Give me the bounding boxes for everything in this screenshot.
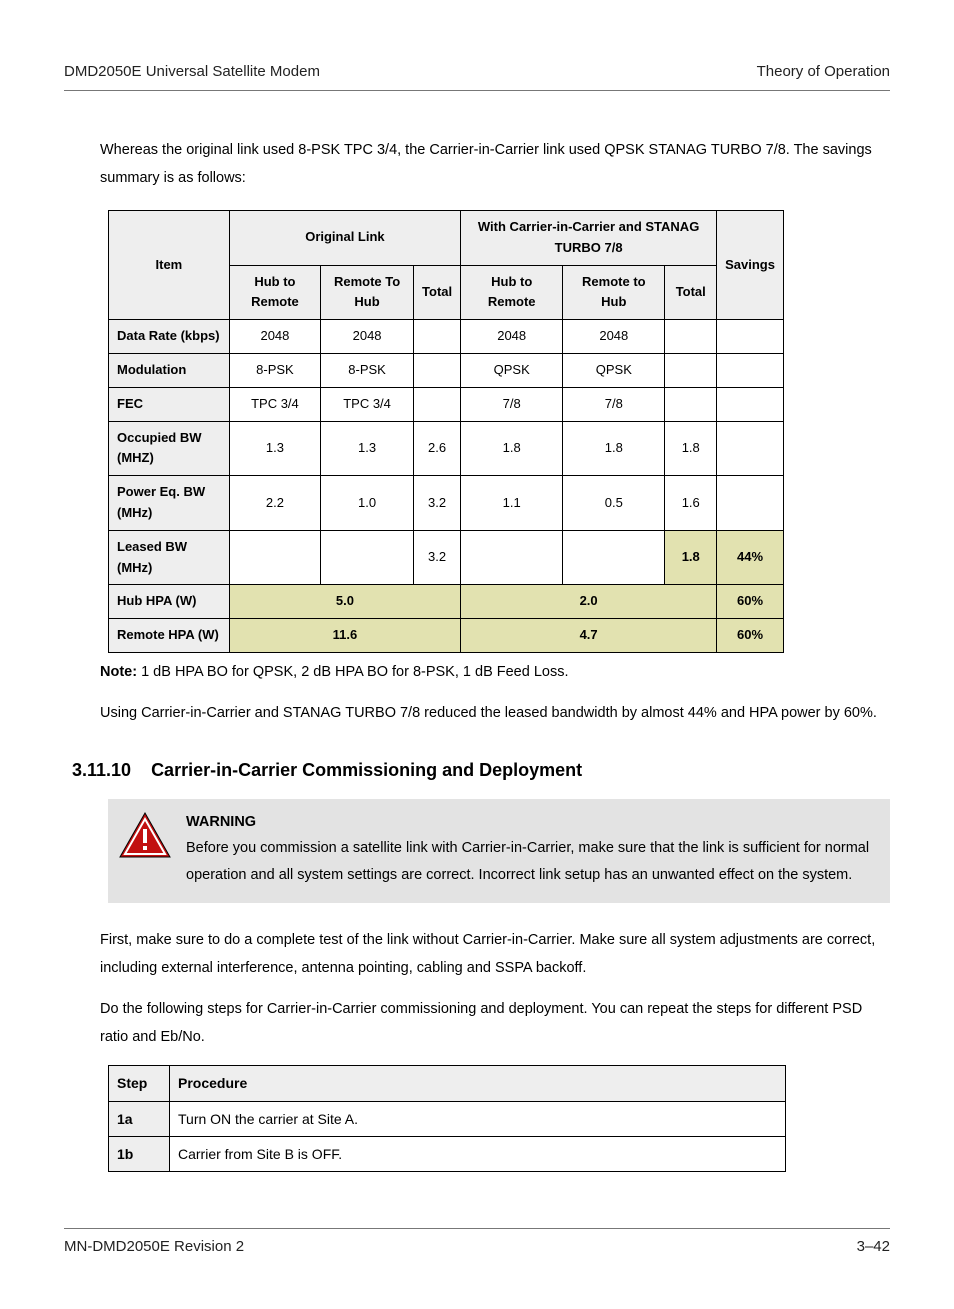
col-procedure: Procedure [170,1066,786,1101]
col-step: Step [109,1066,170,1101]
intro-paragraph: Whereas the original link used 8-PSK TPC… [100,137,890,192]
para-steps-intro: Do the following steps for Carrier-in-Ca… [100,996,890,1051]
section-heading: 3.11.10 Carrier-in-Carrier Commissioning … [72,756,890,785]
table-row-leased: Leased BW (MHz) 3.2 1.8 44% [109,530,784,585]
sub-total: Total [414,265,461,320]
note-text: 1 dB HPA BO for QPSK, 2 dB HPA BO for 8-… [137,664,568,680]
table-row-hubhpa: Hub HPA (W) 5.0 2.0 60% [109,585,784,619]
table-row: FEC TPC 3/4 TPC 3/4 7/8 7/8 [109,387,784,421]
warning-title: WARNING [186,809,874,836]
page-header: DMD2050E Universal Satellite Modem Theor… [64,60,890,91]
savings-table: Item Original Link With Carrier-in-Carri… [108,210,784,653]
table-row: Occupied BW (MHZ) 1.3 1.3 2.6 1.8 1.8 1.… [109,421,784,476]
section-number: 3.11.10 [72,756,131,785]
table-row: Data Rate (kbps) 2048 2048 2048 2048 [109,320,784,354]
para-test: First, make sure to do a complete test o… [100,927,890,982]
sub-h2r-b: Hub to Remote [461,265,563,320]
col-savings: Savings [717,211,784,320]
table-row-remotehpa: Remote HPA (W) 11.6 4.7 60% [109,619,784,653]
footer-left: MN-DMD2050E Revision 2 [64,1235,244,1259]
table-row: Modulation 8-PSK 8-PSK QPSK QPSK [109,354,784,388]
sub-total-b: Total [665,265,717,320]
steps-table: Step Procedure 1a Turn ON the carrier at… [108,1065,786,1172]
warning-callout: WARNING Before you commission a satellit… [108,799,890,903]
sub-r2h: Remote To Hub [321,265,414,320]
table-row: Power Eq. BW (MHz) 2.2 1.0 3.2 1.1 0.5 1… [109,476,784,531]
sub-h2r: Hub to Remote [229,265,320,320]
table-row: 1b Carrier from Site B is OFF. [109,1136,786,1171]
table-row: 1a Turn ON the carrier at Site A. [109,1101,786,1136]
summary-paragraph: Using Carrier-in-Carrier and STANAG TURB… [100,700,890,728]
footer-right: 3–42 [857,1235,890,1259]
sub-r2h-b: Remote to Hub [563,265,665,320]
header-right: Theory of Operation [757,60,890,84]
note-label: Note: [100,664,137,680]
section-title: Carrier-in-Carrier Commissioning and Dep… [151,760,582,780]
warning-icon [118,811,178,869]
page-footer: MN-DMD2050E Revision 2 3–42 [64,1228,890,1259]
table-note: Note: 1 dB HPA BO for QPSK, 2 dB HPA BO … [100,661,890,684]
col-cnc: With Carrier-in-Carrier and STANAG TURBO… [461,211,717,266]
header-left: DMD2050E Universal Satellite Modem [64,60,320,84]
col-original: Original Link [229,211,460,266]
warning-text: Before you commission a satellite link w… [186,835,874,889]
col-item: Item [109,211,230,320]
